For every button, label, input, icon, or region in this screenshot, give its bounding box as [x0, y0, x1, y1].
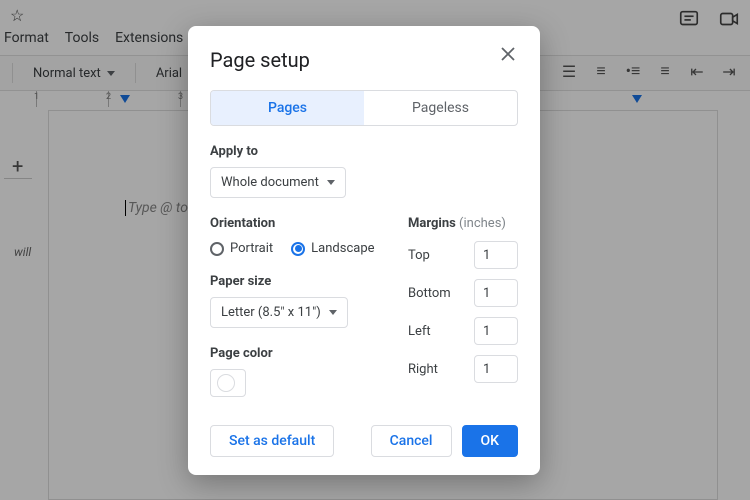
- apply-to-label: Apply to: [210, 144, 518, 159]
- margin-left-label: Left: [408, 324, 431, 339]
- cancel-button[interactable]: Cancel: [371, 425, 452, 457]
- apply-to-dropdown[interactable]: Whole document: [210, 167, 346, 198]
- margins-label: Margins (inches): [408, 216, 518, 231]
- orientation-landscape-label: Landscape: [311, 241, 374, 256]
- margin-bottom-input[interactable]: [474, 279, 518, 307]
- margin-top-input[interactable]: [474, 241, 518, 269]
- chevron-down-icon: [329, 310, 337, 315]
- orientation-portrait-label: Portrait: [230, 241, 273, 256]
- set-default-button[interactable]: Set as default: [210, 425, 334, 457]
- close-icon[interactable]: [500, 46, 520, 66]
- page-color-swatch: [217, 374, 235, 392]
- margin-right-input[interactable]: [474, 355, 518, 383]
- margin-top-label: Top: [408, 248, 430, 263]
- page-color-picker[interactable]: [210, 369, 246, 397]
- orientation-portrait-radio[interactable]: Portrait: [210, 241, 273, 256]
- margin-left-input[interactable]: [474, 317, 518, 345]
- orientation-label: Orientation: [210, 216, 388, 231]
- margin-bottom-label: Bottom: [408, 286, 451, 301]
- chevron-down-icon: [327, 180, 335, 185]
- paper-size-dropdown[interactable]: Letter (8.5" x 11"): [210, 297, 348, 328]
- orientation-landscape-radio[interactable]: Landscape: [291, 241, 374, 256]
- tab-pageless[interactable]: Pageless: [364, 91, 517, 125]
- dialog-tabs: Pages Pageless: [210, 90, 518, 126]
- dialog-title: Page setup: [210, 48, 518, 72]
- paper-size-value: Letter (8.5" x 11"): [221, 305, 321, 320]
- tab-pages[interactable]: Pages: [211, 91, 364, 125]
- margin-right-label: Right: [408, 362, 438, 377]
- ok-button[interactable]: OK: [462, 425, 519, 457]
- page-color-label: Page color: [210, 346, 388, 361]
- paper-size-label: Paper size: [210, 274, 388, 289]
- page-setup-dialog: Page setup Pages Pageless Apply to Whole…: [188, 26, 540, 475]
- apply-to-value: Whole document: [221, 175, 319, 190]
